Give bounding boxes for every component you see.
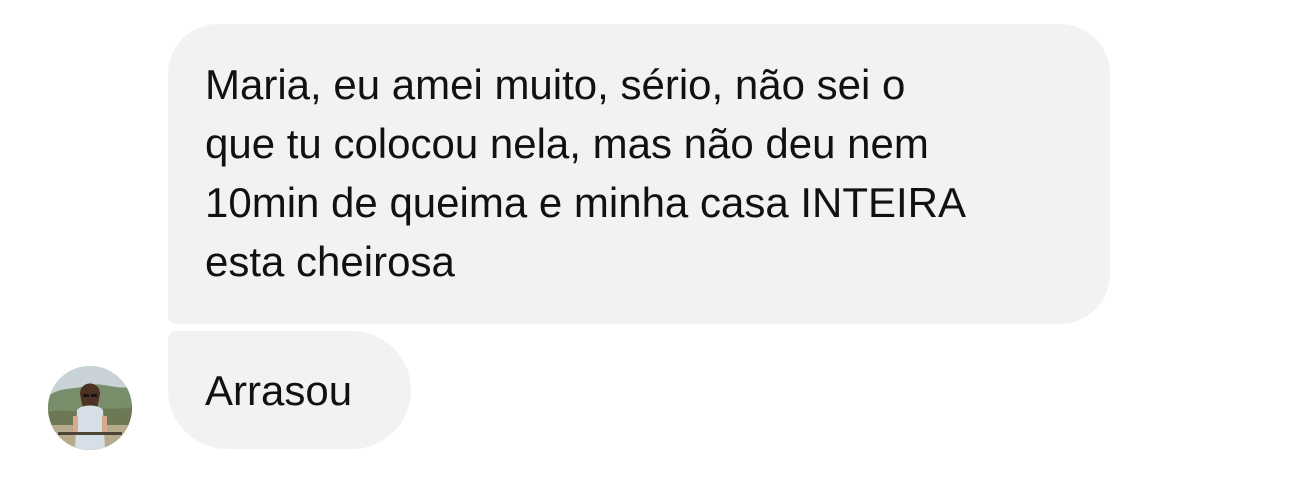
message-bubble[interactable]: Maria, eu amei muito, sério, não sei o q…: [168, 24, 1110, 324]
avatar-photo-icon: [48, 366, 132, 450]
message-thread: Maria, eu amei muito, sério, não sei o q…: [0, 0, 1290, 490]
message-bubble[interactable]: Arrasou: [168, 331, 411, 449]
sender-avatar[interactable]: [48, 366, 132, 450]
